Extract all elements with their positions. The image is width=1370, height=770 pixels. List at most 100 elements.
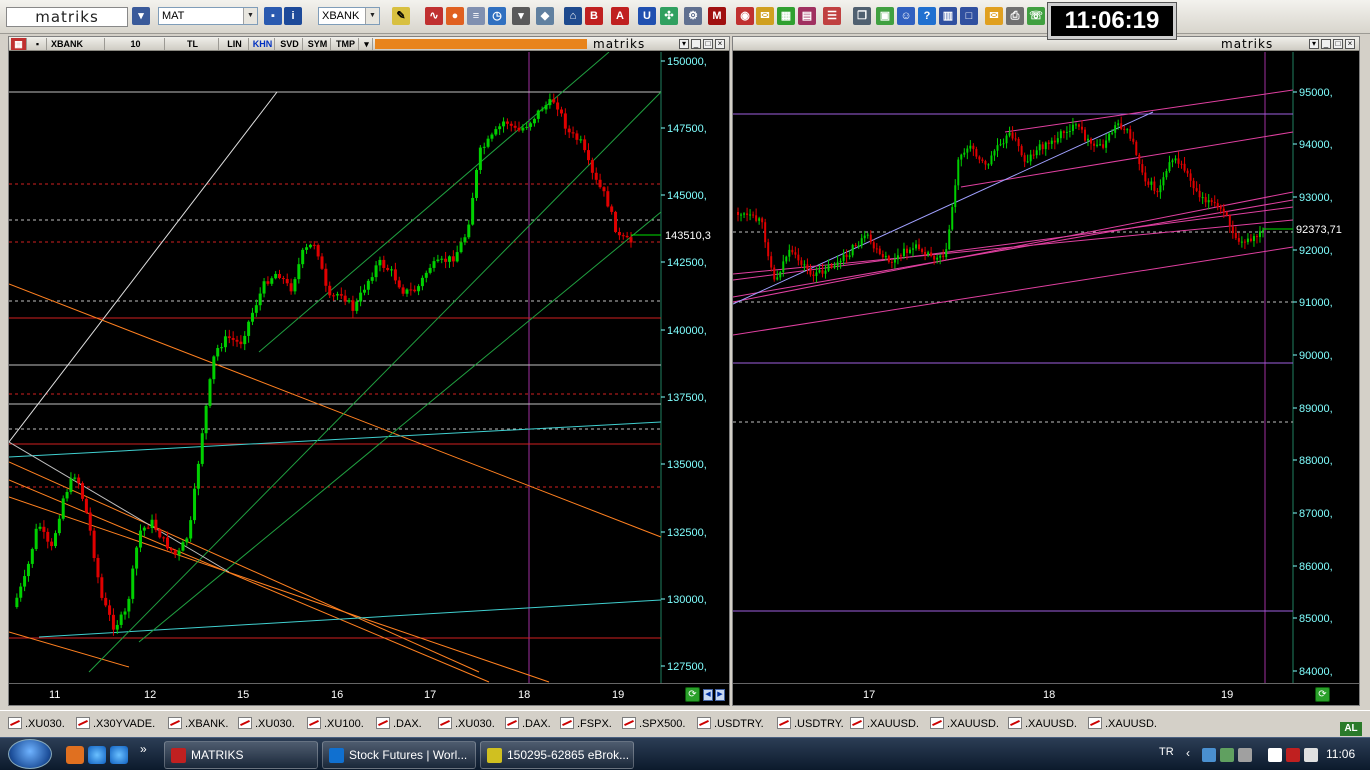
header-dropdown-icon[interactable]: ▾ [679, 39, 689, 49]
symbol-tab[interactable]: .XAUUSD. [930, 716, 999, 732]
chart-type-icon[interactable]: ▦ [11, 38, 27, 50]
start-button-icon[interactable] [8, 739, 52, 769]
show-desktop-icon[interactable] [66, 746, 84, 764]
refresh-icon[interactable]: ⟳ [1315, 687, 1330, 702]
eye-icon[interactable]: ◉ [736, 7, 754, 25]
dropdown-icon[interactable]: ▾ [512, 7, 530, 25]
mail-icon[interactable]: ✉ [985, 7, 1003, 25]
candle-body [413, 289, 417, 292]
symbol-tab[interactable]: .USDTRY. [777, 716, 844, 732]
calculator-icon[interactable]: ▣ [876, 7, 894, 25]
user-icon[interactable]: ☺ [897, 7, 915, 25]
maximize-icon[interactable]: □ [1333, 39, 1343, 49]
header-dropdown-icon[interactable]: ▾ [1309, 39, 1319, 49]
maximize-icon[interactable]: □ [703, 39, 713, 49]
symbol-tab[interactable]: .XU030. [438, 716, 495, 732]
bold-b-icon[interactable]: B [585, 7, 603, 25]
tray-app-icon[interactable] [1238, 748, 1252, 762]
refresh-icon[interactable]: ⟳ [685, 687, 700, 702]
current-price-label: 143510,3 [665, 230, 711, 242]
header-svd-button[interactable]: SVD [277, 38, 303, 50]
chevron-left-icon[interactable]: ‹ [1186, 746, 1190, 760]
ie-icon[interactable] [110, 746, 128, 764]
taskbar-clock[interactable]: 11:06 [1326, 747, 1355, 761]
flag-icon[interactable] [1268, 748, 1282, 762]
print-icon[interactable]: ⎙ [1006, 7, 1024, 25]
windows-icon[interactable]: ❐ [853, 7, 871, 25]
info-icon[interactable]: i [284, 7, 302, 25]
header-menu-icon[interactable]: ▾ [361, 38, 373, 50]
security-icon[interactable] [1286, 748, 1300, 762]
volume-icon[interactable] [1304, 748, 1318, 762]
task-ebroker[interactable]: 150295-62865 eBrok... [480, 741, 634, 769]
header-tmp-button[interactable]: TMP [333, 38, 359, 50]
network-icon[interactable] [1202, 748, 1216, 762]
news-icon[interactable]: ✉ [756, 7, 774, 25]
symbol-tab[interactable]: .USDTRY. [697, 716, 764, 732]
header-symbol[interactable]: XBANK [49, 38, 105, 50]
shield-icon[interactable]: ◆ [536, 7, 554, 25]
settings-small-icon[interactable]: ▪ [29, 38, 47, 50]
bank-icon[interactable]: ⌂ [564, 7, 582, 25]
symbol-combo[interactable]: XBANK ▼ [318, 7, 380, 25]
symbol-tab-label: .XAUUSD. [1025, 718, 1077, 730]
save-icon[interactable]: ▾ [132, 7, 150, 25]
list-icon[interactable]: ☰ [823, 7, 841, 25]
right-chart-panel[interactable]: matriks ▾ _ □ × 95000, 94000, 93000, 92000,… [732, 36, 1360, 706]
close-icon[interactable]: × [1345, 39, 1355, 49]
task-matriks[interactable]: MATRIKS [164, 741, 318, 769]
scroll-right-icon[interactable]: ▶ [715, 689, 725, 701]
m-icon[interactable]: M [708, 7, 726, 25]
minimize-icon[interactable]: _ [1321, 39, 1331, 49]
symbol-tab[interactable]: .XAUUSD. [1008, 716, 1077, 732]
ticker-icon[interactable]: ≡ [467, 7, 485, 25]
settings-icon[interactable]: ⚙ [684, 7, 702, 25]
alert-a-icon[interactable]: A [611, 7, 629, 25]
symbol-tab[interactable]: .XU030. [8, 716, 65, 732]
chevron-down-icon[interactable]: ▼ [365, 8, 379, 24]
symbol-tab[interactable]: .XU100. [307, 716, 364, 732]
pencil-icon[interactable]: ✎ [392, 7, 410, 25]
right-candlestick-chart[interactable]: 95000, 94000, 93000, 92000, 91000, 90000, 8900… [733, 52, 1359, 684]
network-icon[interactable]: ✣ [660, 7, 678, 25]
symbol-tab[interactable]: .SPX500. [622, 716, 685, 732]
indicator-combo[interactable]: MAT ▼ [158, 7, 258, 25]
price-label: 127500, [667, 661, 707, 673]
help-icon[interactable]: ? [918, 7, 936, 25]
report-icon[interactable]: ▤ [798, 7, 816, 25]
chevron-down-icon[interactable]: ▼ [243, 8, 257, 24]
header-scale[interactable]: LIN [221, 38, 249, 50]
symbol-tab[interactable]: .FSPX. [560, 716, 612, 732]
header-currency[interactable]: TL [167, 38, 219, 50]
al-badge[interactable]: AL [1340, 722, 1362, 736]
u-icon[interactable]: U [638, 7, 656, 25]
symbol-tab[interactable]: .XAUUSD. [850, 716, 919, 732]
symbol-tab[interactable]: .DAX. [376, 716, 422, 732]
close-icon[interactable]: × [715, 39, 725, 49]
chat-icon[interactable]: ☏ [1027, 7, 1045, 25]
table-icon[interactable]: ▦ [777, 7, 795, 25]
symbol-tab[interactable]: .DAX. [505, 716, 551, 732]
maximize-icon[interactable]: □ [960, 7, 978, 25]
minimize-icon[interactable]: _ [691, 39, 701, 49]
ie-icon[interactable] [88, 746, 106, 764]
header-khn-button[interactable]: KHN [251, 38, 275, 50]
language-indicator[interactable]: TR [1159, 746, 1174, 758]
globe-icon[interactable]: ● [446, 7, 464, 25]
chart-icon[interactable]: ∿ [425, 7, 443, 25]
task-browser[interactable]: Stock Futures | Worl... [322, 741, 476, 769]
symbol-tab[interactable]: .XBANK. [168, 716, 228, 732]
chevron-right-icon[interactable]: » [140, 742, 158, 760]
symbol-tab[interactable]: .X30YVADE. [76, 716, 155, 732]
left-candlestick-chart[interactable]: 150000, 147500, 145000, 142500, 140000, 13750… [9, 52, 729, 684]
header-sym-button[interactable]: SYM [305, 38, 331, 50]
clock-icon[interactable]: ◷ [488, 7, 506, 25]
scroll-left-icon[interactable]: ◀ [703, 689, 713, 701]
window-icon[interactable]: ▪ [264, 7, 282, 25]
header-period[interactable]: 10 [107, 38, 165, 50]
updates-icon[interactable] [1220, 748, 1234, 762]
left-chart-panel[interactable]: ▦ ▪ XBANK 10 TL LIN KHN SVD SYM TMP ▾ ma… [8, 36, 730, 706]
symbol-tab[interactable]: .XU030. [238, 716, 295, 732]
tile-icon[interactable]: ▥ [939, 7, 957, 25]
symbol-tab[interactable]: .XAUUSD. [1088, 716, 1157, 732]
